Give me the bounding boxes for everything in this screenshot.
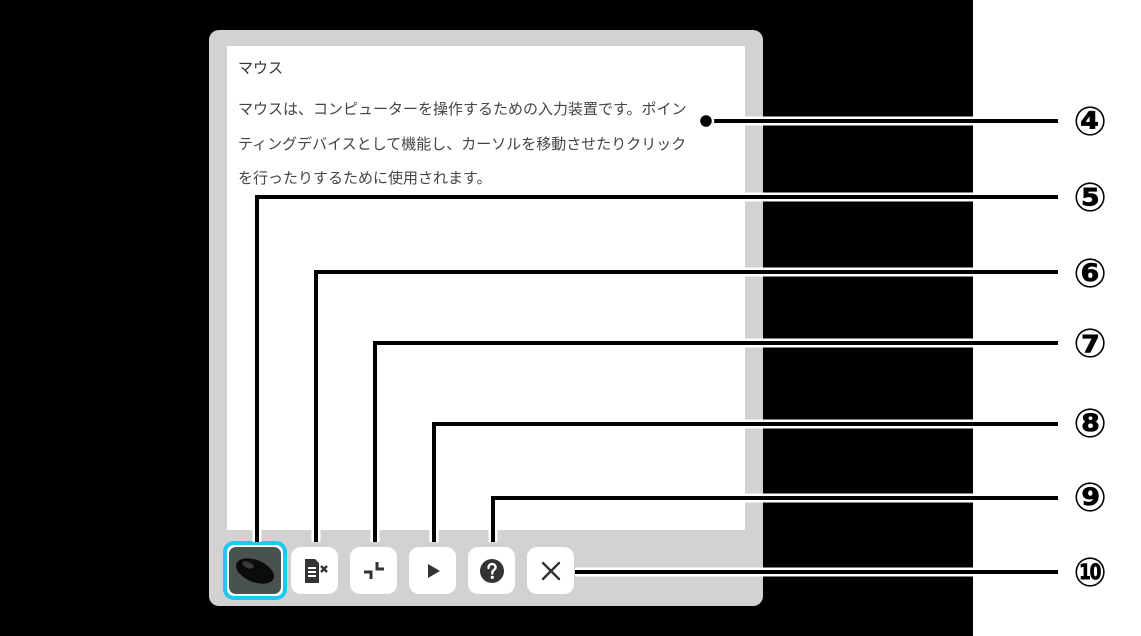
help-button[interactable] [468,547,515,594]
callout-4: ④ [1073,99,1107,145]
text-mute-icon [304,558,328,583]
mute-speech-button[interactable] [291,547,338,594]
description-line: ティングデバイスとして機能し、カーソルを移動させたりクリック [238,134,687,153]
callout-5: ⑤ [1073,175,1107,221]
description-line: マウスは、コンピューターを操作するための入力装置です。ポイン [238,100,687,118]
mouse-thumbnail-button[interactable] [223,541,287,600]
callout-6: ⑥ [1073,251,1107,297]
entry-title: マウス [238,59,284,77]
callout-10: ⑩ [1073,550,1107,596]
entry-description: マウスは、コンピューターを操作するための入力装置です。ポイン ティングデバイスと… [238,92,738,196]
shrink-icon [363,561,384,579]
callout-8: ⑧ [1073,401,1107,447]
description-box: マウス マウスは、コンピューターを操作するための入力装置です。ポイン ティングデ… [227,46,745,530]
help-icon [479,558,504,583]
description-line: を行ったりするために使用されます。 [238,169,492,187]
close-button[interactable] [527,547,574,594]
popup-panel: マウス マウスは、コンピューターを操作するための入力装置です。ポイン ティングデ… [209,30,763,606]
close-icon [541,561,560,580]
mouse-thumbnail-image [229,547,281,594]
callout-9: ⑨ [1073,475,1107,521]
mouse-image-icon [236,557,274,584]
play-icon [427,563,440,578]
shrink-button[interactable] [350,547,397,594]
play-button[interactable] [409,547,456,594]
callout-7: ⑦ [1073,321,1107,367]
